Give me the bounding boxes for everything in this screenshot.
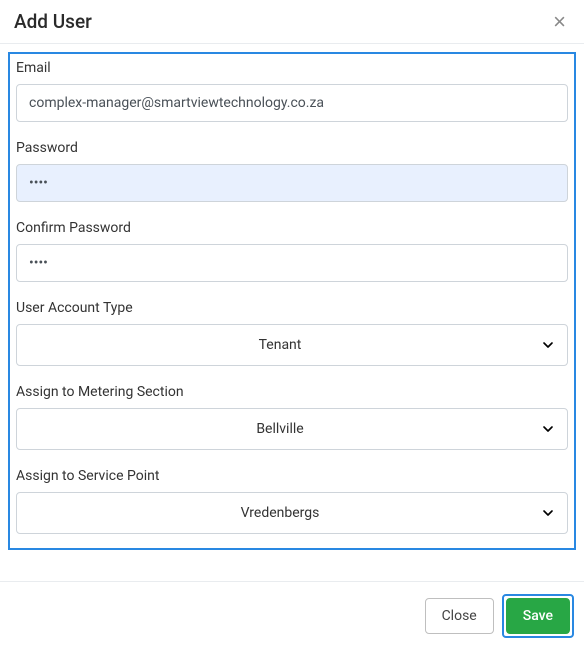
account-type-select[interactable]: Tenant xyxy=(16,324,568,366)
modal-footer: Close Save xyxy=(0,581,584,648)
form-highlight-box: Email Password Confirm Password User Acc… xyxy=(8,52,576,550)
modal-title: Add User xyxy=(14,10,92,33)
add-user-modal: Add User × Email Password Confirm Passwo… xyxy=(0,0,584,648)
save-highlight-box: Save xyxy=(502,594,574,638)
account-type-select-wrap: Tenant xyxy=(16,324,568,366)
service-point-select-wrap: Vredenbergs xyxy=(16,492,568,534)
service-point-label: Assign to Service Point xyxy=(16,468,568,484)
email-label: Email xyxy=(16,60,568,76)
service-point-select[interactable]: Vredenbergs xyxy=(16,492,568,534)
modal-header: Add User × xyxy=(0,0,584,44)
metering-section-label: Assign to Metering Section xyxy=(16,384,568,400)
email-field[interactable] xyxy=(16,84,568,122)
save-button[interactable]: Save xyxy=(506,598,570,634)
metering-section-select[interactable]: Bellville xyxy=(16,408,568,450)
close-button[interactable]: Close xyxy=(425,598,494,634)
confirm-password-label: Confirm Password xyxy=(16,220,568,236)
account-type-label: User Account Type xyxy=(16,300,568,316)
confirm-password-field[interactable] xyxy=(16,244,568,282)
password-field[interactable] xyxy=(16,164,568,202)
metering-section-select-wrap: Bellville xyxy=(16,408,568,450)
modal-body: Email Password Confirm Password User Acc… xyxy=(0,44,584,581)
password-label: Password xyxy=(16,140,568,156)
close-icon[interactable]: × xyxy=(549,11,570,33)
